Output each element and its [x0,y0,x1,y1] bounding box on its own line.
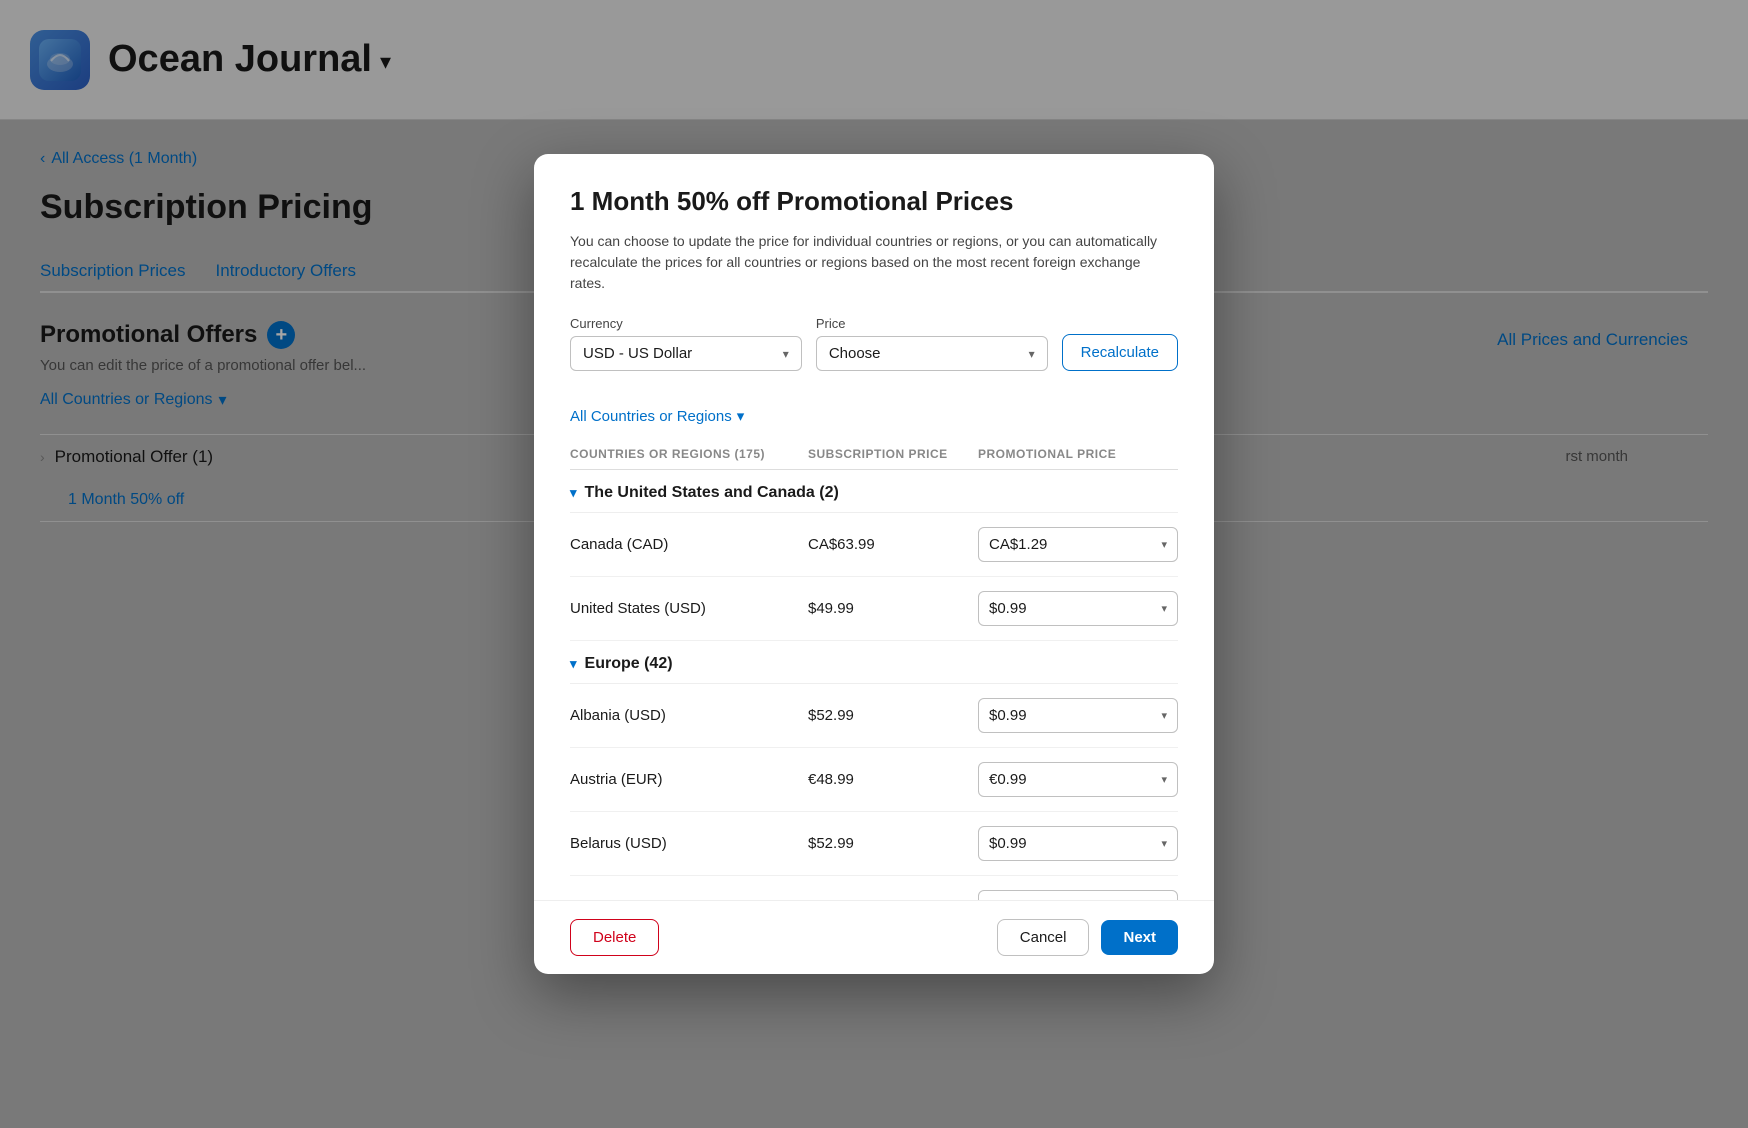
price-label: Price [816,316,1048,331]
promo-price-select[interactable]: €0.99 ▾ [978,762,1178,797]
modal-footer: Delete Cancel Next [534,900,1214,974]
promo-price-select[interactable]: $0.99 ▾ [978,826,1178,861]
currency-chevron-icon: ▾ [783,347,789,361]
country-name: Albania (USD) [570,707,798,724]
promo-price-select[interactable]: €0.99 ▾ [978,890,1178,900]
price-value: Choose [829,345,881,362]
all-countries-label: All Countries or Regions [570,408,732,425]
sub-price: $52.99 [808,707,968,724]
sub-price: €48.99 [808,899,968,900]
modal-controls: Currency USD - US Dollar ▾ Price Choose … [570,316,1178,371]
modal-title: 1 Month 50% off Promotional Prices [570,186,1178,217]
country-name: Belarus (USD) [570,835,798,852]
region-europe-header[interactable]: ▾ Europe (42) [570,641,1178,684]
country-name: Austria (EUR) [570,771,798,788]
promo-price-value: €0.99 [989,899,1027,900]
col-sub-price-header: SUBSCRIPTION PRICE [808,447,968,461]
sub-price: CA$63.99 [808,536,968,553]
promo-chevron-icon: ▾ [1161,538,1167,551]
all-countries-chevron-icon: ▾ [737,407,745,425]
promo-price-value: $0.99 [989,707,1027,724]
price-select[interactable]: Choose ▾ [816,336,1048,371]
country-name: Belgium (EUR) [570,899,798,900]
price-chevron-icon: ▾ [1029,347,1035,361]
table-row: Canada (CAD) CA$63.99 CA$1.29 ▾ [570,513,1178,577]
region-us-canada-chevron-icon: ▾ [570,485,577,501]
promo-price-value: $0.99 [989,600,1027,617]
modal-description: You can choose to update the price for i… [570,231,1178,294]
promo-price-select[interactable]: $0.99 ▾ [978,698,1178,733]
region-us-canada-label: The United States and Canada (2) [585,484,839,502]
modal-table-area[interactable]: COUNTRIES OR REGIONS (175) SUBSCRIPTION … [534,439,1214,900]
table-row: Belgium (EUR) €48.99 €0.99 ▾ [570,876,1178,900]
region-us-canada-header[interactable]: ▾ The United States and Canada (2) [570,470,1178,513]
region-europe-chevron-icon: ▾ [570,656,577,672]
col-countries-header: COUNTRIES OR REGIONS (175) [570,447,798,461]
recalculate-button[interactable]: Recalculate [1062,334,1178,371]
delete-button[interactable]: Delete [570,919,659,956]
sub-price: $52.99 [808,835,968,852]
promo-price-value: $0.99 [989,835,1027,852]
region-europe-label: Europe (42) [585,655,673,673]
price-control-group: Price Choose ▾ [816,316,1048,371]
currency-control-group: Currency USD - US Dollar ▾ [570,316,802,371]
col-promo-price-header: PROMOTIONAL PRICE [978,447,1178,461]
sub-price: €48.99 [808,771,968,788]
table-row: United States (USD) $49.99 $0.99 ▾ [570,577,1178,641]
promotional-prices-modal: 1 Month 50% off Promotional Prices You c… [534,154,1214,974]
table-row: Austria (EUR) €48.99 €0.99 ▾ [570,748,1178,812]
modal-overlay: 1 Month 50% off Promotional Prices You c… [0,0,1748,1128]
promo-price-select[interactable]: $0.99 ▾ [978,591,1178,626]
cancel-button[interactable]: Cancel [997,919,1090,956]
all-countries-filter-link[interactable]: All Countries or Regions ▾ [534,407,1214,425]
promo-chevron-icon: ▾ [1161,773,1167,786]
promo-price-value: €0.99 [989,771,1027,788]
country-name: Canada (CAD) [570,536,798,553]
promo-price-value: CA$1.29 [989,536,1047,553]
currency-value: USD - US Dollar [583,345,692,362]
country-name: United States (USD) [570,600,798,617]
currency-select[interactable]: USD - US Dollar ▾ [570,336,802,371]
next-button[interactable]: Next [1101,920,1178,955]
footer-right-buttons: Cancel Next [997,919,1178,956]
table-header: COUNTRIES OR REGIONS (175) SUBSCRIPTION … [570,439,1178,470]
table-row: Belarus (USD) $52.99 $0.99 ▾ [570,812,1178,876]
currency-label: Currency [570,316,802,331]
modal-header: 1 Month 50% off Promotional Prices You c… [534,154,1214,407]
promo-chevron-icon: ▾ [1161,709,1167,722]
promo-chevron-icon: ▾ [1161,837,1167,850]
promo-chevron-icon: ▾ [1161,602,1167,615]
sub-price: $49.99 [808,600,968,617]
table-row: Albania (USD) $52.99 $0.99 ▾ [570,684,1178,748]
promo-price-select[interactable]: CA$1.29 ▾ [978,527,1178,562]
